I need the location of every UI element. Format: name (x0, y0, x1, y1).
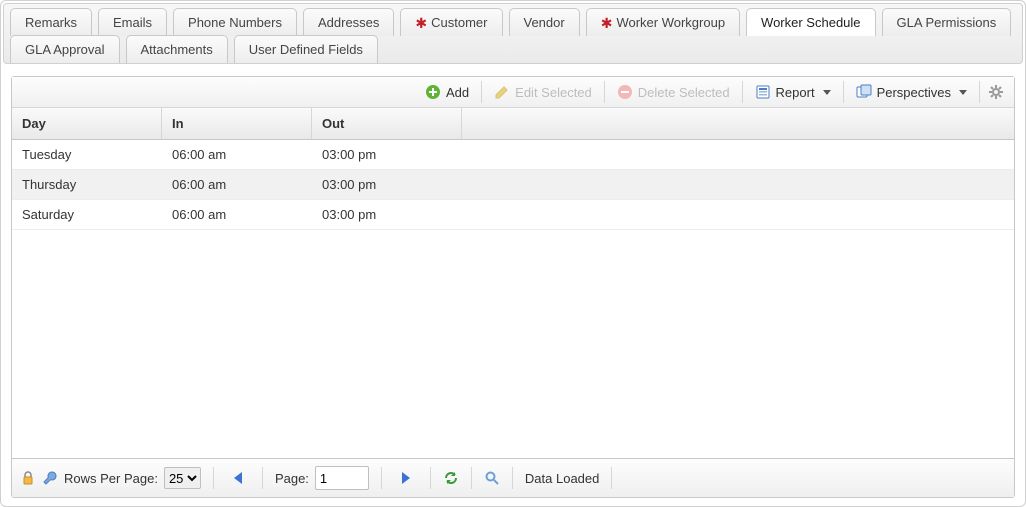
tab-customer[interactable]: ✱ Customer (400, 8, 502, 36)
arrow-right-icon (402, 472, 410, 484)
footer-separator (611, 467, 612, 489)
tab-label: Vendor (524, 15, 565, 30)
grid-body: Tuesday 06:00 am 03:00 pm Thursday 06:00… (12, 140, 1014, 458)
cell-spacer (462, 170, 1014, 199)
cell-day: Saturday (12, 200, 162, 229)
tab-row-1: Remarks Emails Phone Numbers Addresses ✱… (10, 8, 1016, 36)
tab-label: Worker Schedule (761, 15, 860, 30)
app-window: Remarks Emails Phone Numbers Addresses ✱… (0, 0, 1026, 507)
tab-phone-numbers[interactable]: Phone Numbers (173, 8, 297, 36)
prev-page-button[interactable] (226, 467, 250, 489)
toolbar-separator (843, 81, 844, 103)
tab-user-defined-fields[interactable]: User Defined Fields (234, 35, 378, 63)
perspectives-button[interactable]: Perspectives (848, 81, 975, 103)
tab-remarks[interactable]: Remarks (10, 8, 92, 36)
rows-per-page-label: Rows Per Page: (64, 471, 158, 486)
next-page-button[interactable] (394, 467, 418, 489)
chevron-down-icon (823, 90, 831, 95)
chevron-down-icon (959, 90, 967, 95)
lock-icon[interactable] (20, 470, 36, 486)
tab-label: GLA Approval (25, 42, 105, 57)
cell-day: Thursday (12, 170, 162, 199)
tab-gla-approval[interactable]: GLA Approval (10, 35, 120, 63)
cell-in: 06:00 am (162, 170, 312, 199)
report-button[interactable]: Report (747, 81, 839, 103)
gear-icon (988, 84, 1004, 100)
column-header-out[interactable]: Out (312, 108, 462, 139)
column-header-spacer (462, 108, 1014, 139)
column-header-day[interactable]: Day (12, 108, 162, 139)
add-button[interactable]: Add (417, 81, 477, 103)
status-text: Data Loaded (525, 471, 599, 486)
tab-label: Attachments (141, 42, 213, 57)
arrow-left-icon (234, 472, 242, 484)
tab-label: GLA Permissions (897, 15, 997, 30)
footer-separator (381, 467, 382, 489)
search-icon[interactable] (484, 470, 500, 486)
grid-toolbar: Add Edit Selected Delete Selected (12, 77, 1014, 108)
tab-bar: Remarks Emails Phone Numbers Addresses ✱… (3, 3, 1023, 64)
tab-label: Worker Workgroup (616, 15, 725, 30)
footer-separator (430, 467, 431, 489)
edit-label: Edit Selected (515, 85, 592, 100)
required-icon: ✱ (601, 18, 613, 28)
edit-selected-button: Edit Selected (486, 81, 600, 103)
column-header-in[interactable]: In (162, 108, 312, 139)
tab-addresses[interactable]: Addresses (303, 8, 394, 36)
perspectives-icon (856, 84, 872, 100)
report-label: Report (776, 85, 815, 100)
page-label: Page: (275, 471, 309, 486)
tab-label: Emails (113, 15, 152, 30)
tab-gla-permissions[interactable]: GLA Permissions (882, 8, 1012, 36)
tab-emails[interactable]: Emails (98, 8, 167, 36)
tab-label: Customer (431, 15, 487, 30)
tab-worker-schedule[interactable]: Worker Schedule (746, 8, 875, 36)
footer-separator (471, 467, 472, 489)
footer-separator (512, 467, 513, 489)
tab-attachments[interactable]: Attachments (126, 35, 228, 63)
cell-in: 06:00 am (162, 200, 312, 229)
footer-separator (262, 467, 263, 489)
add-icon (425, 84, 441, 100)
tab-label: Remarks (25, 15, 77, 30)
toolbar-separator (979, 81, 980, 103)
cell-spacer (462, 200, 1014, 229)
report-icon (755, 84, 771, 100)
delete-label: Delete Selected (638, 85, 730, 100)
tab-row-2: GLA Approval Attachments User Defined Fi… (10, 35, 1016, 63)
settings-button[interactable] (984, 81, 1008, 103)
rows-per-page-select[interactable]: 25 (164, 467, 201, 489)
add-label: Add (446, 85, 469, 100)
grid-header: Day In Out (12, 108, 1014, 140)
toolbar-separator (742, 81, 743, 103)
cell-spacer (462, 140, 1014, 169)
tab-label: Addresses (318, 15, 379, 30)
cell-in: 06:00 am (162, 140, 312, 169)
content-panel: Add Edit Selected Delete Selected (11, 76, 1015, 498)
tab-vendor[interactable]: Vendor (509, 8, 580, 36)
table-row[interactable]: Tuesday 06:00 am 03:00 pm (12, 140, 1014, 170)
wrench-icon[interactable] (42, 470, 58, 486)
perspectives-label: Perspectives (877, 85, 951, 100)
toolbar-separator (481, 81, 482, 103)
table-row[interactable]: Thursday 06:00 am 03:00 pm (12, 170, 1014, 200)
cell-day: Tuesday (12, 140, 162, 169)
table-row[interactable]: Saturday 06:00 am 03:00 pm (12, 200, 1014, 230)
footer-separator (213, 467, 214, 489)
cell-out: 03:00 pm (312, 140, 462, 169)
required-icon: ✱ (415, 18, 427, 28)
cell-out: 03:00 pm (312, 200, 462, 229)
delete-icon (617, 84, 633, 100)
tab-label: Phone Numbers (188, 15, 282, 30)
delete-selected-button: Delete Selected (609, 81, 738, 103)
paging-bar: Rows Per Page: 25 Page: Data Loaded (12, 458, 1014, 497)
toolbar-separator (604, 81, 605, 103)
page-input[interactable] (315, 466, 369, 490)
tab-worker-workgroup[interactable]: ✱Worker Workgroup (586, 8, 740, 36)
pencil-icon (494, 84, 510, 100)
refresh-icon[interactable] (443, 470, 459, 486)
tab-label: User Defined Fields (249, 42, 363, 57)
cell-out: 03:00 pm (312, 170, 462, 199)
